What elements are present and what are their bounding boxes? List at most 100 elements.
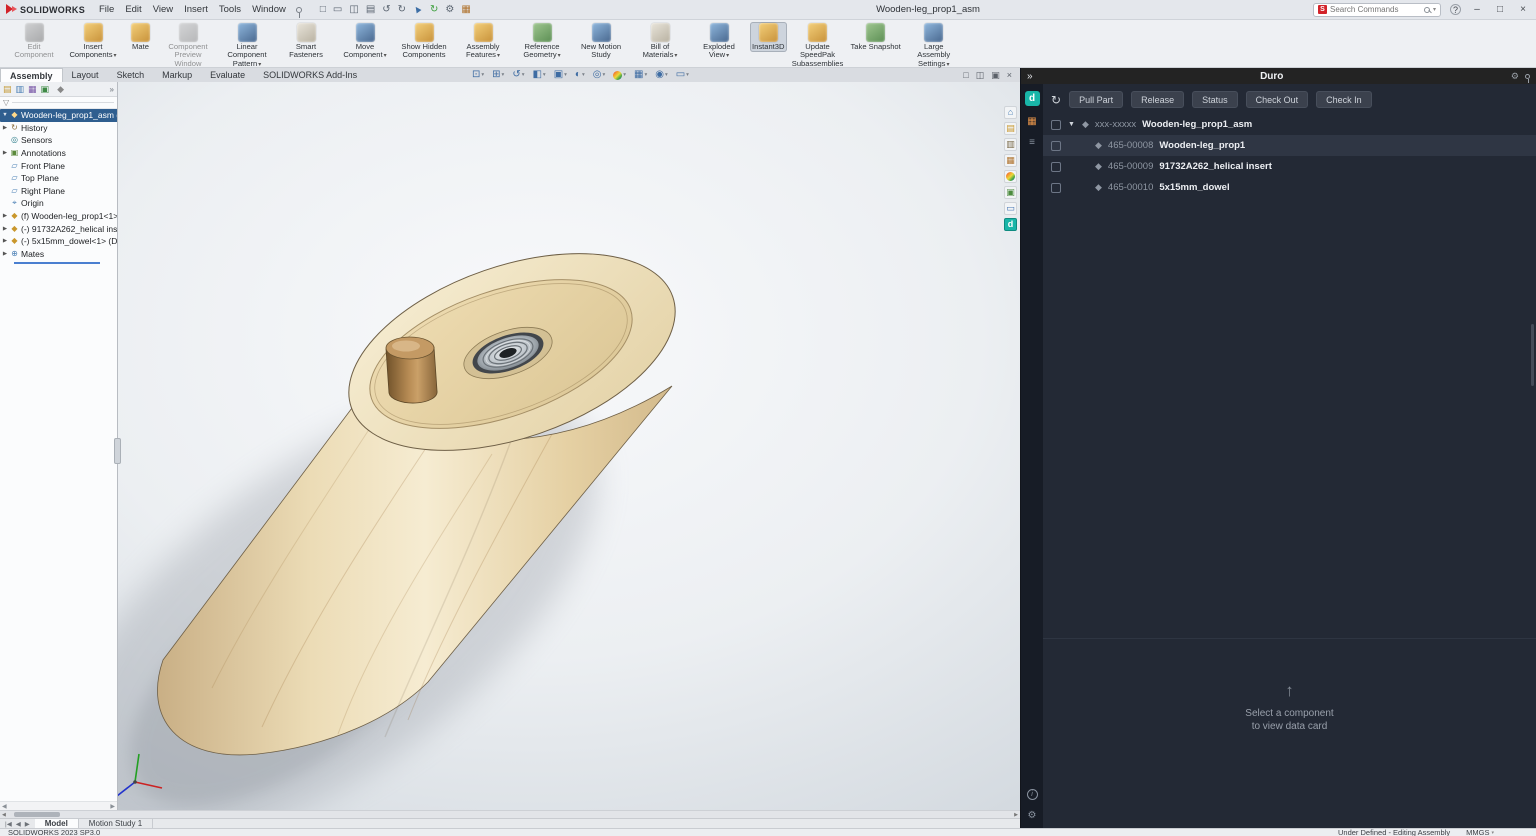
refresh-button[interactable]: ↻	[1051, 94, 1061, 106]
solidworks-forum-icon[interactable]: ▭	[1004, 202, 1017, 215]
view-settings-icon[interactable]: ◉▾	[655, 70, 668, 80]
menu-view[interactable]: View	[153, 4, 173, 15]
expand-caret-icon[interactable]: ▶	[2, 226, 8, 232]
tree-item-sensors[interactable]: ◎Sensors	[0, 134, 117, 147]
check-in-button[interactable]: Check In	[1316, 91, 1372, 108]
component-row-wooden-leg-prop1-asm[interactable]: ▼◆xxx-xxxxxWooden-leg_prop1_asm	[1043, 114, 1536, 135]
assembly-tree-tab-icon[interactable]: ▦	[1027, 117, 1036, 127]
tree-item-front-plane[interactable]: ▱Front Plane	[0, 159, 117, 172]
check-out-button[interactable]: Check Out	[1246, 91, 1309, 108]
tree-scroll-right-icon[interactable]: ▶	[110, 803, 115, 810]
tree-item-91732a262-helical-inser[interactable]: ▶◆(-) 91732A262_helical inser	[0, 222, 117, 235]
component-row-91732a262-helical-insert[interactable]: ◆465-0000991732A262_helical insert	[1043, 156, 1536, 177]
tab-motion-study-1[interactable]: Motion Study 1	[79, 819, 153, 828]
more-tabs-icon[interactable]: »	[110, 85, 114, 94]
filter-input[interactable]	[12, 102, 114, 103]
tab-sketch[interactable]: Sketch	[108, 68, 154, 82]
file-explorer-icon[interactable]: ▥	[1004, 138, 1017, 151]
pull-part-button[interactable]: Pull Part	[1069, 91, 1123, 108]
zoom-fit-icon[interactable]: ⊡▾	[472, 70, 484, 80]
maximize-viewport-icon[interactable]: □	[963, 70, 968, 80]
tree-item-right-plane[interactable]: ▱Right Plane	[0, 185, 117, 198]
expand-caret-icon[interactable]: ▶	[2, 238, 8, 244]
list-view-tab-icon[interactable]: ≡	[1029, 138, 1035, 148]
rebuild-icon[interactable]: ↻	[430, 5, 438, 15]
print-icon[interactable]: ▤	[366, 5, 375, 15]
cam-tab-icon[interactable]: ◆	[57, 85, 64, 94]
expand-caret-icon[interactable]: ▼	[2, 112, 8, 118]
expand-caret-icon[interactable]: ▶	[2, 251, 8, 257]
color-swatch-icon[interactable]: ▦	[461, 5, 470, 15]
linear-component-pattern-button[interactable]: Linear Component Pattern▾	[219, 22, 275, 69]
custom-properties-icon[interactable]: ▣	[1004, 186, 1017, 199]
scrollbar-thumb[interactable]	[14, 812, 60, 817]
exploded-view-button[interactable]: Exploded View▾	[691, 22, 747, 61]
assembly-features-button[interactable]: Assembly Features▾	[455, 22, 511, 61]
first-tab-icon[interactable]: |◀	[5, 820, 12, 828]
split-viewport-icon[interactable]: ◫	[976, 70, 985, 81]
row-checkbox[interactable]	[1051, 141, 1061, 151]
row-checkbox[interactable]	[1051, 162, 1061, 172]
edit-component-button[interactable]: Edit Component	[6, 22, 62, 61]
tab-markup[interactable]: Markup	[153, 68, 201, 82]
expand-caret-icon[interactable]: ▶	[2, 150, 8, 156]
display-style-icon[interactable]: ◐▾	[575, 70, 585, 80]
viewport-horizontal-scrollbar[interactable]: ◀ ▶	[0, 810, 1020, 818]
view-palette-icon[interactable]: ▦	[1004, 154, 1017, 167]
close-button[interactable]: ×	[1516, 4, 1530, 15]
maximize-button[interactable]: □	[1493, 4, 1507, 15]
close-viewport-icon[interactable]: ×	[1007, 70, 1012, 80]
next-tab-icon[interactable]: ▶	[25, 820, 30, 828]
tree-item-annotations[interactable]: ▶▣Annotations	[0, 147, 117, 160]
duro-scrollbar[interactable]	[1531, 324, 1534, 386]
open-document-icon[interactable]: ▭	[333, 5, 342, 15]
tab-assembly[interactable]: Assembly	[0, 68, 63, 82]
featuremanager-tab-icon[interactable]: ▤	[3, 85, 12, 94]
wooden-leg-3d-model[interactable]	[0, 82, 1020, 810]
units-selector[interactable]: MMGS ▾	[1466, 828, 1494, 836]
tab-layout[interactable]: Layout	[63, 68, 108, 82]
redo-icon[interactable]: ↻	[398, 5, 406, 15]
design-library-icon[interactable]: ▤	[1004, 122, 1017, 135]
minimize-button[interactable]: –	[1470, 4, 1484, 15]
show-hidden-components-button[interactable]: Show Hidden Components	[396, 22, 452, 61]
row-checkbox[interactable]	[1051, 183, 1061, 193]
panel-splitter-handle[interactable]	[114, 438, 121, 464]
menu-tools[interactable]: Tools	[219, 4, 241, 15]
menu-window[interactable]: Window	[252, 4, 286, 15]
take-snapshot-button[interactable]: Take Snapshot	[849, 22, 903, 52]
dimxpertmanager-tab-icon[interactable]: ▣	[41, 85, 50, 94]
tree-item-mates[interactable]: ▶⊕Mates	[0, 248, 117, 261]
tree-item-history[interactable]: ▶↻History	[0, 122, 117, 135]
prev-tab-icon[interactable]: ◀	[16, 820, 21, 828]
solidworks-resources-icon[interactable]: ⌂	[1004, 106, 1017, 119]
panel-settings-icon[interactable]: ⚙	[1511, 71, 1519, 82]
tree-item-f-wooden-leg-prop1-1[interactable]: ▶◆(f) Wooden-leg_prop1<1>	[0, 210, 117, 223]
menu-edit[interactable]: Edit	[125, 4, 141, 15]
component-preview-window-button[interactable]: Component Preview Window	[160, 22, 216, 69]
expand-caret-icon[interactable]: ▶	[2, 125, 8, 131]
row-checkbox[interactable]	[1051, 120, 1061, 130]
panel-collapse-icon[interactable]: »	[1027, 71, 1033, 82]
tab-solidworks-add-ins[interactable]: SOLIDWORKS Add-Ins	[254, 68, 366, 82]
filter-icon[interactable]: ▽	[3, 98, 9, 107]
release-button[interactable]: Release	[1131, 91, 1184, 108]
select-cursor-icon[interactable]: ▲	[411, 3, 425, 17]
large-assembly-settings-button[interactable]: Large Assembly Settings▾	[906, 22, 962, 69]
tab-evaluate[interactable]: Evaluate	[201, 68, 254, 82]
propertymanager-tab-icon[interactable]: ▥	[16, 85, 25, 94]
comment-icon[interactable]: ▭▾	[676, 70, 689, 80]
previous-view-icon[interactable]: ↺▾	[512, 70, 524, 80]
update-speedpak-subassemblies-button[interactable]: Update SpeedPak Subassemblies	[790, 22, 846, 69]
tree-root-item[interactable]: ▼◆Wooden-leg_prop1_asm (Defa	[0, 109, 118, 122]
view-orientation-icon[interactable]: ▣▾	[554, 70, 567, 80]
expand-caret-icon[interactable]: ▶	[2, 213, 8, 219]
appearances-scenes-icon[interactable]	[1004, 170, 1017, 183]
tile-viewport-icon[interactable]: ▣	[991, 70, 1000, 81]
tree-item-5x15mm-dowel-1-de[interactable]: ▶◆(-) 5x15mm_dowel<1> (De	[0, 235, 117, 248]
status-button[interactable]: Status	[1192, 91, 1238, 108]
duro-settings-icon[interactable]: ⚙	[1028, 811, 1037, 821]
smart-fasteners-button[interactable]: Smart Fasteners	[278, 22, 334, 61]
instant3d-button[interactable]: Instant3D	[750, 22, 787, 52]
tree-item-top-plane[interactable]: ▱Top Plane	[0, 172, 117, 185]
